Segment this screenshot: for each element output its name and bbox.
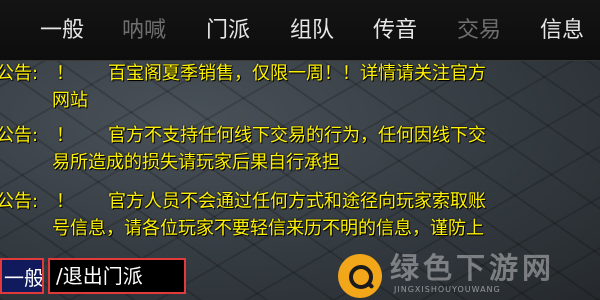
announcement-bang: ！ [56, 125, 74, 146]
announcement-text: 官方人员不会通过任何方式和途径向玩家索取账 [108, 191, 486, 212]
tab-whisper[interactable]: 传音 [373, 13, 417, 49]
chat-log: 公告: ！ 百宝阁夏季销售，仅限一周！！详情请关注官方 网站 公告: ！ 官方不支持任何… [0, 60, 600, 258]
tab-general[interactable]: 一般 [40, 13, 84, 49]
tab-team[interactable]: 组队 [290, 13, 334, 49]
channel-select-button[interactable]: 一般 [0, 258, 44, 294]
announcement-message: 公告: ！ 官方人员不会通过任何方式和途径向玩家索取账 号信息，请各位玩家不要轻信来… [0, 188, 600, 242]
announcement-continuation: 号信息，请各位玩家不要轻信来历不明的信息，谨防上 [52, 218, 484, 239]
announcement-continuation: 易所造成的损失请玩家后果自行承担 [52, 152, 340, 173]
announcement-bang: ！ [56, 191, 74, 212]
announcement-prefix: 公告: [0, 125, 39, 146]
announcement-line: 公告: ！ 官方不支持任何线下交易的行为，任何因线下交 [0, 122, 600, 149]
announcement-text: 百宝阁夏季销售，仅限一周！！详情请关注官方 [108, 63, 486, 84]
chat-channel-tabs: 一般 呐喊 门派 组队 传音 交易 信息 [0, 0, 600, 61]
announcement-prefix: 公告: [0, 63, 39, 84]
announcement-continuation: 网站 [52, 90, 88, 111]
tab-sect[interactable]: 门派 [206, 13, 250, 49]
tab-trade[interactable]: 交易 [457, 13, 501, 49]
announcement-prefix: 公告: [0, 191, 39, 212]
announcement-message: 公告: ！ 百宝阁夏季销售，仅限一周！！详情请关注官方 网站 [0, 60, 600, 114]
announcement-message: 公告: ！ 官方不支持任何线下交易的行为，任何因线下交 易所造成的损失请玩家后果自行… [0, 122, 600, 176]
chat-input-field[interactable]: /退出门派 [48, 258, 186, 294]
tab-shout[interactable]: 呐喊 [122, 13, 166, 49]
chat-input-bar: 一般 /退出门派 [0, 258, 600, 300]
tab-info[interactable]: 信息 [540, 13, 584, 49]
announcement-line: 公告: ！ 官方人员不会通过任何方式和途径向玩家索取账 [0, 188, 600, 215]
game-chat-window: 一般 呐喊 门派 组队 传音 交易 信息 公告: ！ 百宝阁夏季销售，仅限一周！！详… [0, 0, 600, 300]
announcement-text: 官方不支持任何线下交易的行为，任何因线下交 [108, 125, 486, 146]
announcement-bang: ！ [56, 63, 74, 84]
announcement-line: 公告: ！ 百宝阁夏季销售，仅限一周！！详情请关注官方 [0, 60, 600, 87]
